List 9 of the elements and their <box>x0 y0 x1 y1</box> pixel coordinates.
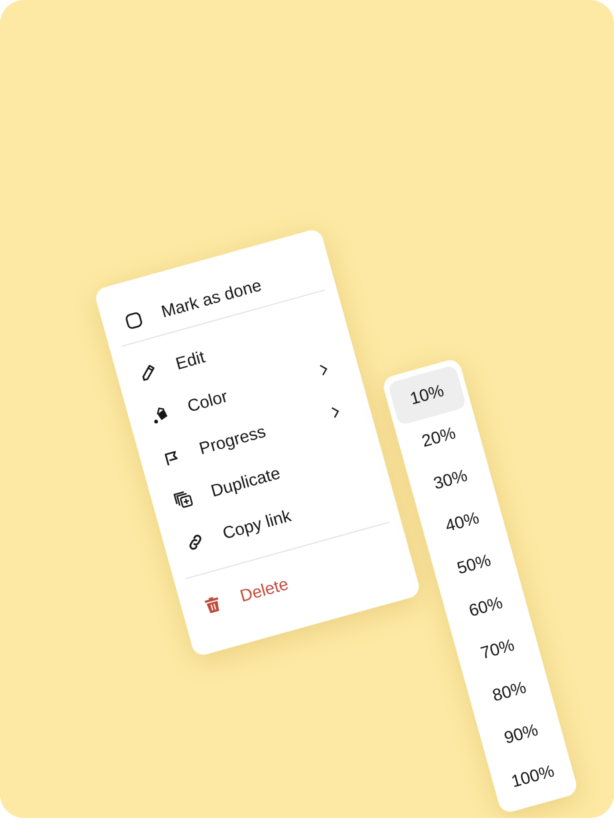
mark-as-done-item[interactable]: Mark as done <box>159 275 264 322</box>
menu-item[interactable]: Copy link <box>220 506 294 544</box>
duplicate-icon <box>172 488 195 511</box>
delete-item[interactable]: Delete <box>238 574 291 607</box>
menu-item[interactable]: Progress <box>197 422 268 460</box>
menu-item[interactable]: Duplicate <box>208 464 283 502</box>
menu-item[interactable]: Color <box>185 386 230 417</box>
menu-item[interactable]: Edit <box>174 347 208 374</box>
percent-option[interactable]: 10% <box>387 364 467 426</box>
